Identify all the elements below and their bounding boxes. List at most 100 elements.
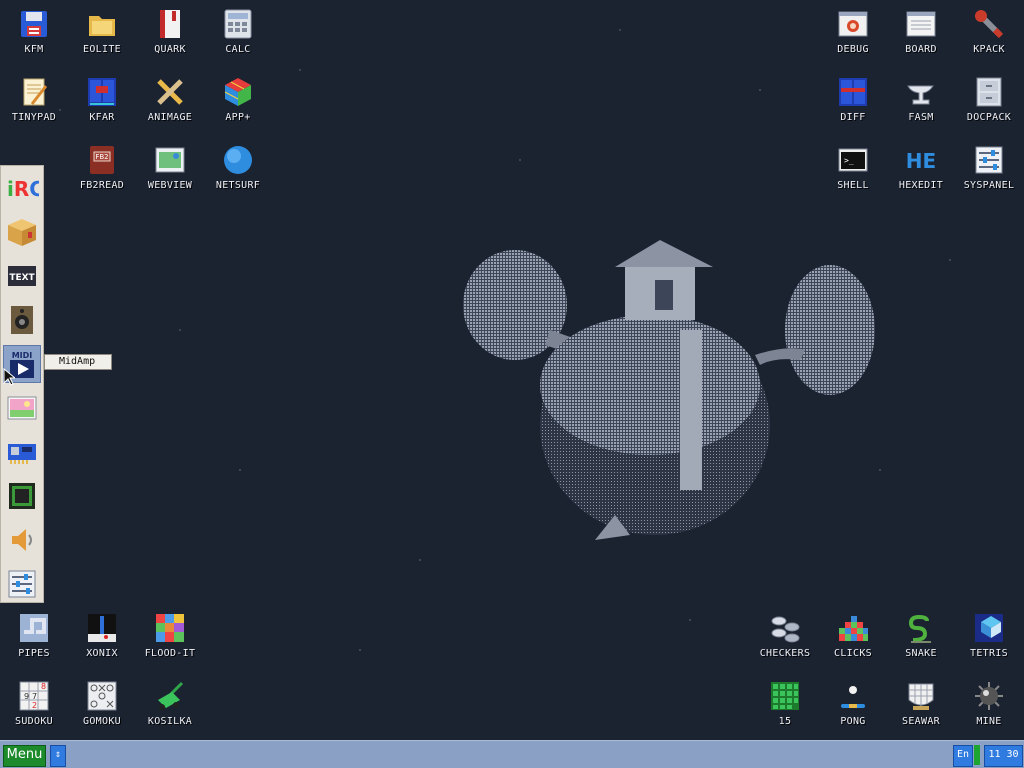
icon-label: KOSILKA [147, 716, 193, 727]
package-icon [8, 219, 36, 246]
calculator-icon [222, 8, 254, 40]
clock[interactable]: 11 30 [984, 745, 1023, 767]
desktop-icon-app-plus[interactable]: APP+ [204, 68, 272, 132]
dock-item-speaker[interactable] [4, 302, 40, 338]
clicks-icon [837, 612, 869, 644]
svg-text:2: 2 [32, 701, 37, 710]
desktop-icon-checkers[interactable]: CHECKERS [751, 604, 819, 668]
desktop-icon-pipes[interactable]: PIPES [0, 604, 68, 668]
mouse-cursor-icon [3, 368, 15, 386]
desktop-icon-hexedit[interactable]: HE HEXEDIT [887, 136, 955, 200]
pipes-icon [18, 612, 50, 644]
panels-icon [86, 76, 118, 108]
bug-icon [837, 8, 869, 40]
svg-text:9: 9 [24, 692, 29, 701]
desktop-icon-kosilka[interactable]: KOSILKA [136, 672, 204, 736]
desktop-icon-syspanel[interactable]: SYSPANEL [955, 136, 1023, 200]
dock-item-irc[interactable]: iRC [4, 170, 40, 206]
notepad-icon [18, 76, 50, 108]
desktop-icon-eolite[interactable]: EOLITE [68, 0, 136, 64]
dock-tooltip: MidAmp [44, 354, 112, 370]
icon-label: FLOOD-IT [144, 648, 196, 659]
lawnmower-icon [154, 680, 186, 712]
desktop-icon-tetris[interactable]: TETRIS [955, 604, 1023, 668]
desktop-icon-15[interactable]: 15 [751, 672, 819, 736]
hex-icon: HE [905, 144, 937, 176]
diff-icon [837, 76, 869, 108]
desktop-icon-pong[interactable]: PONG [819, 672, 887, 736]
snake-icon [905, 612, 937, 644]
folder-icon [86, 8, 118, 40]
desktop-icon-debug[interactable]: DEBUG [819, 0, 887, 64]
icon-label: PIPES [18, 648, 50, 659]
desktop-icon-calc[interactable]: CALC [204, 0, 272, 64]
dock-item-package[interactable] [4, 214, 40, 250]
icon-label: FASM [908, 112, 934, 123]
taskbar: Menu ⇕ En 11 30 [0, 740, 1024, 768]
desktop-icon-kfm[interactable]: KFM [0, 0, 68, 64]
icon-label: CLICKS [834, 648, 872, 659]
text-icon: TEXT [8, 266, 36, 286]
svg-text:TEXT: TEXT [9, 273, 35, 283]
icon-label: SNAKE [905, 648, 937, 659]
fifteen-icon [769, 680, 801, 712]
desktop-icon-netsurf[interactable]: NETSURF [204, 136, 272, 200]
svg-text:8: 8 [41, 682, 46, 691]
desktop-icon-snake[interactable]: SNAKE [887, 604, 955, 668]
icon-label: GOMOKU [83, 716, 121, 727]
speaker-box-icon [11, 306, 33, 334]
desktop-icon-docpack[interactable]: DOCPACK [955, 68, 1023, 132]
dock-item-picture[interactable] [4, 390, 40, 426]
tetris-icon [973, 612, 1005, 644]
desktop-icon-diff[interactable]: DIFF [819, 68, 887, 132]
icon-label: QUARK [154, 44, 186, 55]
svg-text:iRC: iRC [7, 177, 39, 201]
webpage-icon [154, 144, 186, 176]
svg-text:HE: HE [906, 149, 936, 173]
terminal-icon: >_ [837, 144, 869, 176]
svg-text:MIDI: MIDI [12, 351, 33, 360]
sliders-icon [973, 144, 1005, 176]
desktop-icon-kfar[interactable]: KFAR [68, 68, 136, 132]
desktop-icon-quark[interactable]: QUARK [136, 0, 204, 64]
chip-icon [9, 483, 35, 509]
icon-label: DIFF [840, 112, 866, 123]
desktop-icon-webview[interactable]: WEBVIEW [136, 136, 204, 200]
dock-item-volume[interactable] [4, 522, 40, 558]
desktop-icon-kpack[interactable]: KPACK [955, 0, 1023, 64]
desktop-icon-flood-it[interactable]: FLOOD-IT [136, 604, 204, 668]
icon-label: PONG [840, 716, 866, 727]
icon-label: KFAR [89, 112, 115, 123]
desktop-icon-sudoku[interactable]: 978 2 SUDOKU [0, 672, 68, 736]
dock-item-network-card[interactable] [4, 434, 40, 470]
dock-item-chip[interactable] [4, 478, 40, 514]
desktop-icon-shell[interactable]: >_ SHELL [819, 136, 887, 200]
icon-label: TINYPAD [11, 112, 57, 123]
icon-label: XONIX [86, 648, 118, 659]
desktop-icon-fb2read[interactable]: FB2 FB2READ [68, 136, 136, 200]
dock-item-text[interactable]: TEXT [4, 258, 40, 294]
wallpaper-planet-illustration [463, 240, 875, 540]
desktop-icon-mine[interactable]: MINE [955, 672, 1023, 736]
desktop-icon-tinypad[interactable]: TINYPAD [0, 68, 68, 132]
desktop-icon-board[interactable]: BOARD [887, 0, 955, 64]
keyboard-layout-indicator[interactable]: En [953, 745, 973, 767]
desktop-icon-xonix[interactable]: XONIX [68, 604, 136, 668]
globe-icon [222, 144, 254, 176]
irc-icon: iRC [7, 177, 39, 201]
svg-text:>_: >_ [844, 156, 854, 165]
desktop-icon-seawar[interactable]: SEAWAR [887, 672, 955, 736]
desktop-icon-fasm[interactable]: FASM [887, 68, 955, 132]
book-icon [154, 8, 186, 40]
cpu-usage-indicator [974, 745, 980, 765]
taskbar-scroll-button[interactable]: ⇕ [50, 745, 66, 767]
dock-item-settings[interactable] [4, 566, 40, 602]
svg-text:FB2: FB2 [95, 153, 108, 161]
desktop-icon-clicks[interactable]: CLICKS [819, 604, 887, 668]
mine-icon [973, 680, 1005, 712]
volume-icon [12, 529, 32, 551]
desktop-icon-gomoku[interactable]: GOMOKU [68, 672, 136, 736]
menu-button[interactable]: Menu [3, 745, 46, 767]
desktop-icon-animage[interactable]: ANIMAGE [136, 68, 204, 132]
icon-label: SYSPANEL [963, 180, 1015, 191]
